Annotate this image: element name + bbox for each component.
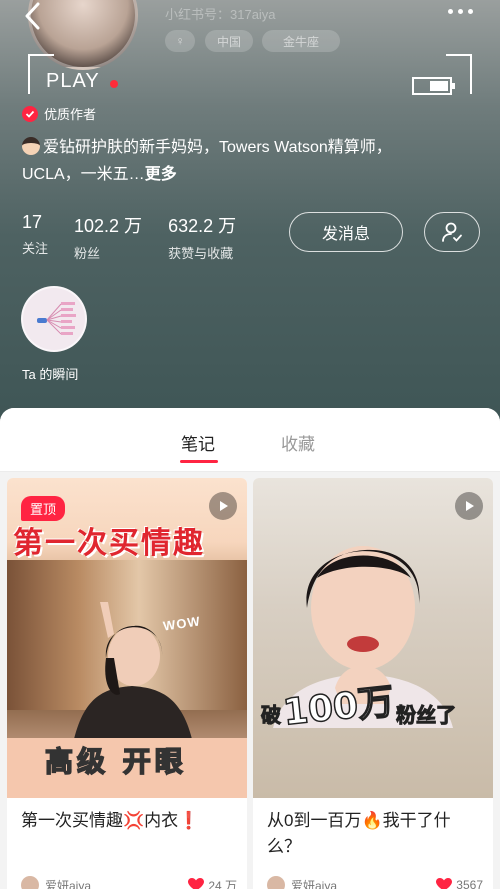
bio-line-1: 爱钻研护肤的新手妈妈，Towers Watson精算师，	[43, 139, 392, 156]
note-title[interactable]: 第一次买情趣💢内衣❗	[7, 798, 247, 834]
redbook-id: 小红书号：317aiya	[165, 7, 276, 22]
badge-label: 优质作者	[44, 107, 97, 122]
play-overlay: PLAY	[28, 54, 472, 96]
quality-author-badge: 优质作者	[22, 104, 96, 123]
region-tag: 中国	[205, 30, 253, 52]
cover-caption-post: 粉丝了	[396, 703, 457, 728]
gender-tag: ♀	[165, 30, 195, 52]
cover-caption: 破 100万 粉丝了	[261, 674, 491, 735]
note-title[interactable]: 从0到一百万🔥我干了什么？	[253, 798, 493, 860]
tab-notes[interactable]: 笔记	[181, 430, 215, 455]
note-cover-image: 第一次买情趣 WOW 高级 开眼 置顶	[7, 478, 247, 798]
author-name[interactable]: 爱妍aiya	[291, 877, 337, 889]
note-author-row: 爱妍aiya 3567	[267, 876, 483, 889]
top-bar: 小红书号：317aiya ♀ 中国 金牛座	[0, 0, 500, 70]
check-badge-icon	[22, 105, 38, 122]
stat-number: 102.2 万	[74, 216, 143, 236]
moments-thumbnail[interactable]	[21, 286, 87, 352]
cover-caption-pre: 破	[261, 703, 282, 728]
back-arrow-icon[interactable]	[18, 2, 46, 32]
like-count[interactable]: 3567	[436, 878, 483, 889]
woman-face-icon	[22, 137, 40, 155]
profile-stats: 17 关注 102.2 万 粉丝 632.2 万 获赞与收藏	[22, 212, 236, 262]
like-count[interactable]: 24 万	[188, 877, 237, 889]
pinned-badge: 置顶	[21, 496, 66, 521]
notes-sheet: 笔记 收藏 第一次买情趣 WOW 高级 开眼 置顶 第一次买情趣💢内衣❗ 爱妍a…	[0, 408, 500, 889]
stat-label: 关注	[22, 241, 49, 256]
content-tabs: 笔记 收藏	[0, 408, 500, 472]
like-count-text: 24 万	[208, 878, 237, 889]
stat-followers[interactable]: 102.2 万 粉丝	[74, 212, 142, 262]
heart-icon	[436, 878, 453, 889]
stat-label: 获赞与收藏	[168, 246, 234, 261]
stat-number: 17	[22, 212, 43, 232]
note-cover-image: 破 100万 粉丝了	[253, 478, 493, 798]
video-play-icon	[209, 492, 237, 520]
zodiac-tag: 金牛座	[262, 30, 340, 52]
bio-more-link[interactable]: 更多	[145, 166, 177, 183]
send-message-button[interactable]: 发消息	[289, 212, 403, 252]
follow-user-button[interactable]	[424, 212, 480, 252]
stat-following[interactable]: 17 关注	[22, 212, 48, 262]
author-name[interactable]: 爱妍aiya	[45, 877, 91, 889]
note-card[interactable]: 破 100万 粉丝了 从0到一百万🔥我干了什么？ 爱妍aiya 3567	[253, 478, 493, 889]
user-check-icon	[442, 222, 462, 242]
cover-caption-big: 100万	[280, 681, 396, 735]
stat-likes-collects[interactable]: 632.2 万 获赞与收藏	[168, 212, 236, 262]
moments-label: Ta 的瞬间	[22, 367, 79, 382]
stat-number: 632.2 万	[168, 216, 237, 236]
stat-label: 粉丝	[74, 246, 101, 261]
battery-icon	[412, 77, 455, 95]
like-count-text: 3567	[456, 878, 483, 889]
author-avatar[interactable]	[267, 876, 285, 889]
profile-bio[interactable]: 爱钻研护肤的新手妈妈，Towers Watson精算师， UCLA，一米五…更多	[22, 134, 482, 188]
cover-headline: 第一次买情趣	[13, 526, 205, 561]
play-label: PLAY	[46, 70, 100, 92]
tab-collect[interactable]: 收藏	[281, 430, 315, 455]
active-tab-indicator	[180, 460, 218, 463]
more-options-icon[interactable]	[448, 4, 478, 18]
cover-caption: 高级 开眼	[44, 744, 187, 779]
video-play-icon	[455, 492, 483, 520]
author-avatar[interactable]	[21, 876, 39, 889]
note-card[interactable]: 第一次买情趣 WOW 高级 开眼 置顶 第一次买情趣💢内衣❗ 爱妍aiya 24…	[7, 478, 247, 889]
record-dot	[110, 80, 118, 88]
bio-line-2: UCLA，一米五…	[22, 166, 145, 183]
heart-icon	[188, 878, 205, 889]
note-author-row: 爱妍aiya 24 万	[21, 876, 237, 889]
